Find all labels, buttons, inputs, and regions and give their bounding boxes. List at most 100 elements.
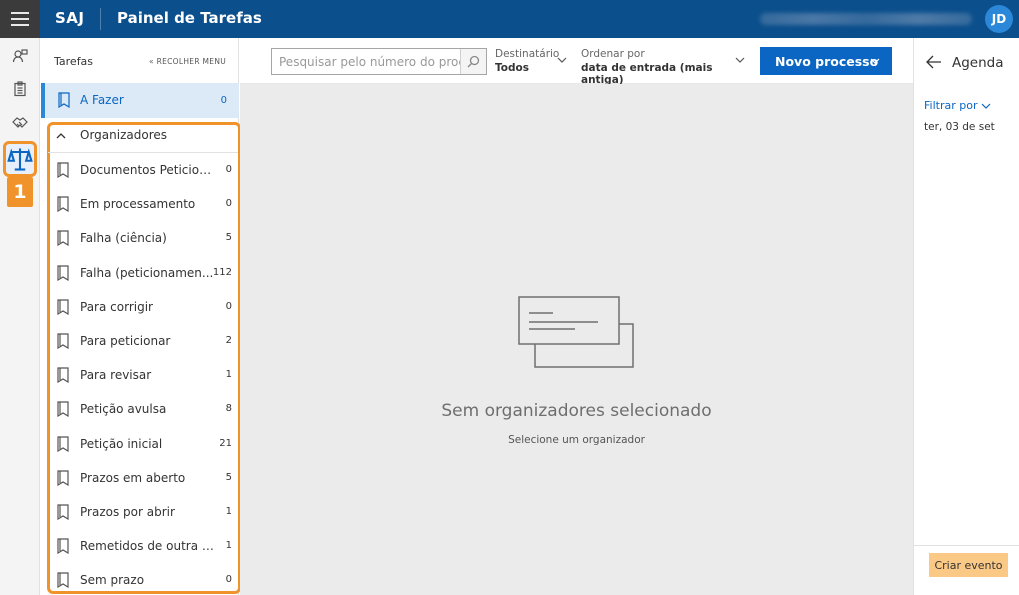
- organizer-item[interactable]: Documentos Peticiona... 0: [50, 153, 236, 187]
- search-button[interactable]: [460, 49, 486, 74]
- recipient-dropdown[interactable]: Destinatário Todos: [495, 48, 567, 74]
- search-box: [271, 48, 487, 75]
- empty-state-title: Sem organizadores selecionado: [441, 401, 712, 421]
- bookmark-icon: [57, 367, 69, 383]
- organizer-item[interactable]: Para revisar 1: [50, 358, 236, 392]
- organizer-item-label: Para revisar: [80, 368, 152, 382]
- organizer-item-count: 1: [225, 506, 232, 517]
- sidebar-item-label: A Fazer: [80, 93, 124, 107]
- bookmark-icon: [57, 333, 69, 349]
- agenda-panel: Agenda Filtrar por ter, 03 de set Criar …: [913, 38, 1019, 595]
- chevron-down-icon: [982, 103, 991, 109]
- bookmark-icon: [57, 504, 69, 520]
- organizer-item-count: 0: [225, 198, 232, 209]
- organizer-item-label: Prazos por abrir: [80, 505, 175, 519]
- organizer-item-count: 0: [225, 574, 232, 585]
- organizer-item-count: 8: [225, 403, 232, 414]
- clipboard-icon[interactable]: [0, 74, 40, 104]
- organizer-item-label: Em processamento: [80, 197, 196, 211]
- organizer-item-label: Documentos Peticiona...: [80, 163, 218, 177]
- organizer-item[interactable]: Em processamento 0: [50, 187, 236, 221]
- chevron-down-icon: [870, 58, 880, 64]
- divider: [914, 545, 1019, 546]
- bookmark-icon: [57, 436, 69, 452]
- chevron-down-icon: [557, 57, 567, 63]
- double-chevron-left-icon: «: [149, 57, 154, 66]
- sort-value: data de entrada (mais antiga): [581, 62, 713, 86]
- empty-messages-icon: [518, 296, 634, 368]
- organizer-item-label: Petição avulsa: [80, 402, 167, 416]
- bookmark-icon: [57, 470, 69, 486]
- new-process-button[interactable]: Novo processo: [760, 47, 892, 75]
- organizer-item-label: Remetidos de outra DP: [80, 539, 218, 553]
- bookmark-icon: [58, 92, 70, 108]
- organizer-item-count: 0: [225, 301, 232, 312]
- bookmark-icon: [57, 299, 69, 315]
- annotation-badge-1: 1: [7, 177, 33, 207]
- chevron-down-icon: [735, 57, 745, 63]
- brand-divider: [100, 8, 101, 30]
- new-process-label: Novo processo: [775, 53, 879, 69]
- page-title: Painel de Tarefas: [117, 9, 262, 27]
- organizer-item-label: Falha (peticionamen...: [80, 266, 214, 280]
- organizer-item[interactable]: Sem prazo 0: [50, 563, 236, 595]
- organizer-item[interactable]: Para corrigir 0: [50, 290, 236, 324]
- user-badge-icon[interactable]: [0, 41, 40, 71]
- organizer-item-count: 5: [225, 472, 232, 483]
- organizer-item-label: Sem prazo: [80, 573, 145, 587]
- organizer-item-label: Para corrigir: [80, 300, 153, 314]
- organizer-item[interactable]: Para peticionar 2: [50, 324, 236, 358]
- sidebar-item-a-fazer[interactable]: A Fazer 0: [41, 83, 239, 118]
- organizer-item[interactable]: Falha (peticionamen... 112: [50, 256, 236, 290]
- organizer-item-count: 21: [219, 438, 232, 449]
- organizers-section-title[interactable]: Organizadores: [80, 128, 167, 142]
- bookmark-icon: [57, 572, 69, 588]
- organizer-item-count: 112: [212, 267, 232, 278]
- organizer-item-count: 1: [225, 369, 232, 380]
- organizer-item-label: Petição inicial: [80, 437, 163, 451]
- search-icon: [467, 55, 480, 68]
- bookmark-icon: [57, 538, 69, 554]
- collapse-menu-button[interactable]: « RECOLHER MENU: [149, 57, 226, 66]
- organizer-item-label: Falha (ciência): [80, 231, 167, 245]
- scales-icon[interactable]: [3, 141, 37, 177]
- brand-logo[interactable]: SAJ: [55, 9, 85, 27]
- chevron-up-icon[interactable]: [56, 131, 66, 141]
- empty-state-subtitle: Selecione um organizador: [508, 434, 645, 446]
- search-input[interactable]: [272, 49, 460, 74]
- filter-dropdown[interactable]: Filtrar por: [924, 99, 991, 112]
- bookmark-icon: [57, 196, 69, 212]
- bookmark-icon: [57, 265, 69, 281]
- toolbar: Destinatário Todos Ordenar por data de e…: [240, 38, 913, 86]
- recipient-value: Todos: [495, 62, 529, 74]
- avatar[interactable]: JD: [985, 5, 1013, 33]
- organizer-item[interactable]: Prazos por abrir 1: [50, 495, 236, 529]
- sort-dropdown[interactable]: Ordenar por data de entrada (mais antiga…: [581, 48, 749, 86]
- organizer-item[interactable]: Petição avulsa 8: [50, 392, 236, 426]
- organizer-item-count: 0: [225, 164, 232, 175]
- main-content: Sem organizadores selecionado Selecione …: [240, 84, 913, 595]
- bookmark-icon: [57, 230, 69, 246]
- organizer-item-count: 5: [225, 232, 232, 243]
- organizer-item[interactable]: Prazos em aberto 5: [50, 461, 236, 495]
- sidebar-item-count: 0: [220, 95, 227, 106]
- agenda-title: Agenda: [952, 55, 1004, 71]
- organizer-item[interactable]: Falha (ciência) 5: [50, 221, 236, 255]
- organizer-item-count: 2: [225, 335, 232, 346]
- filter-label: Filtrar por: [924, 99, 978, 112]
- top-bar: SAJ Painel de Tarefas JD: [0, 0, 1019, 38]
- organizer-item-label: Prazos em aberto: [80, 471, 186, 485]
- tasks-heading: Tarefas: [54, 55, 94, 68]
- bookmark-icon: [57, 401, 69, 417]
- bookmark-icon: [57, 162, 69, 178]
- organizer-item-count: 1: [225, 540, 232, 551]
- organizer-item[interactable]: Petição inicial 21: [50, 427, 236, 461]
- create-event-button[interactable]: Criar evento: [929, 553, 1008, 577]
- arrow-left-icon[interactable]: [926, 55, 942, 69]
- handshake-icon[interactable]: [0, 107, 40, 137]
- icon-rail: [0, 38, 40, 595]
- organizer-item-label: Para peticionar: [80, 334, 171, 348]
- organizer-item[interactable]: Remetidos de outra DP 1: [50, 529, 236, 563]
- hamburger-menu-icon[interactable]: [0, 0, 40, 38]
- redacted-user-name: [760, 13, 972, 25]
